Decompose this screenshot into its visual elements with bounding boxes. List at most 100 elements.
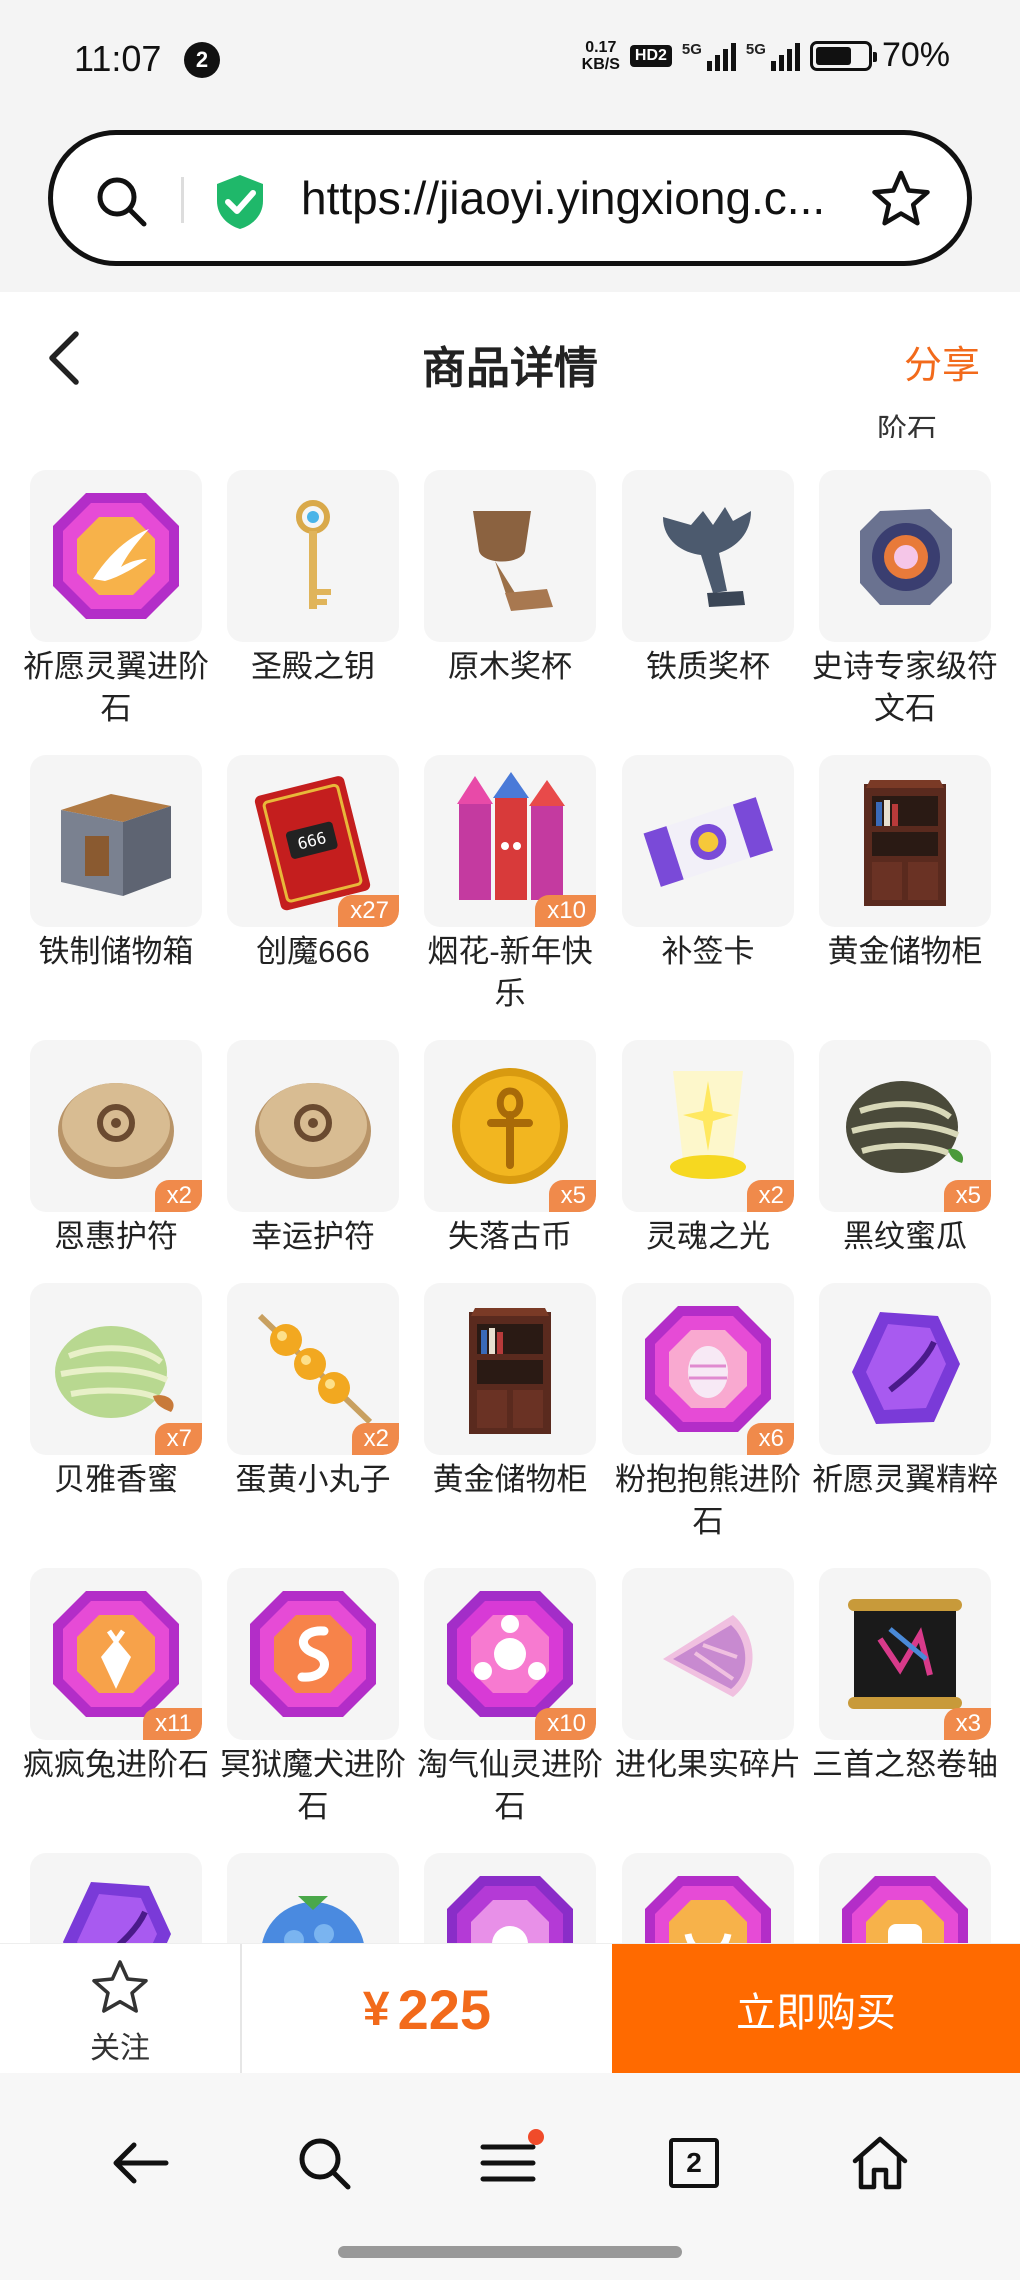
product-item[interactable]: x3 三首之怒卷轴: [812, 1568, 998, 1786]
product-item[interactable]: x11 疯疯兔进阶石: [23, 1568, 209, 1786]
item-thumbnail[interactable]: x10: [424, 1568, 596, 1740]
item-thumbnail[interactable]: x2: [227, 1283, 399, 1455]
item-thumbnail[interactable]: x5: [819, 1040, 991, 1212]
item-thumbnail[interactable]: [622, 470, 794, 642]
url-text[interactable]: https://jiaoyi.yingxiong.c...: [301, 171, 881, 225]
product-item[interactable]: 祈愿灵翼进阶石: [23, 470, 209, 730]
item-thumbnail[interactable]: x3: [819, 1568, 991, 1740]
product-item[interactable]: x5 黑纹蜜瓜: [817, 1040, 993, 1258]
gesture-home-bar[interactable]: [338, 2246, 682, 2258]
signal-icon: 5G: [746, 41, 800, 71]
product-item[interactable]: [422, 1853, 598, 1943]
item-thumbnail[interactable]: [227, 470, 399, 642]
product-item[interactable]: x10 淘气仙灵进阶石: [417, 1568, 603, 1828]
item-label: 疯疯兔进阶石: [23, 1747, 209, 1782]
nav-home-button[interactable]: [840, 2123, 920, 2203]
item-thumbnail[interactable]: [30, 470, 202, 642]
item-thumbnail[interactable]: x11: [30, 1568, 202, 1740]
item-thumbnail[interactable]: 666 x27: [227, 755, 399, 927]
product-item[interactable]: 666 x27 创魔666: [225, 755, 401, 973]
product-item[interactable]: 冥狱魔犬进阶石: [220, 1568, 406, 1828]
item-thumbnail[interactable]: [819, 470, 991, 642]
item-thumbnail[interactable]: [819, 1853, 991, 1943]
product-item[interactable]: x10 烟花-新年快乐: [422, 755, 598, 1015]
item-thumbnail[interactable]: [819, 1283, 991, 1455]
shield-check-icon[interactable]: [213, 173, 267, 231]
item-thumbnail[interactable]: x7: [30, 1283, 202, 1455]
item-thumbnail[interactable]: [227, 1040, 399, 1212]
ticket-icon: [633, 766, 783, 916]
url-bar[interactable]: https://jiaoyi.yingxiong.c...: [48, 130, 972, 266]
nav-search-button[interactable]: [284, 2123, 364, 2203]
back-arrow-icon[interactable]: [40, 328, 90, 388]
fairy-gem-icon: [435, 1579, 585, 1729]
nav-menu-button[interactable]: [468, 2123, 548, 2203]
item-thumbnail[interactable]: [622, 1853, 794, 1943]
product-item[interactable]: [28, 1853, 204, 1943]
star-bookmark-icon[interactable]: [871, 169, 931, 229]
product-item[interactable]: 史诗专家级符文石: [812, 470, 998, 730]
product-item[interactable]: x5 失落古币: [422, 1040, 598, 1258]
item-thumbnail[interactable]: [30, 1853, 202, 1943]
item-label: 幸运护符: [251, 1219, 375, 1254]
item-count-badge: x3: [943, 1708, 991, 1740]
product-item[interactable]: 原木奖杯: [422, 470, 598, 688]
item-thumbnail[interactable]: x10: [424, 755, 596, 927]
item-thumbnail[interactable]: [424, 470, 596, 642]
battery-icon: [809, 40, 877, 71]
item-thumbnail[interactable]: [227, 1568, 399, 1740]
nav-tabs-button[interactable]: 2: [654, 2123, 734, 2203]
product-item[interactable]: 铁质奖杯: [620, 470, 796, 688]
item-label: 贝雅香蜜: [54, 1462, 178, 1497]
nav-back-button[interactable]: [100, 2123, 180, 2203]
product-item[interactable]: x2 灵魂之光: [620, 1040, 796, 1258]
browser-url-area: https://jiaoyi.yingxiong.c...: [0, 120, 1020, 292]
item-thumbnail[interactable]: x2: [622, 1040, 794, 1212]
product-item[interactable]: x7 贝雅香蜜: [28, 1283, 204, 1501]
product-item[interactable]: 祈愿灵翼精粹: [812, 1283, 998, 1501]
product-item[interactable]: [620, 1853, 796, 1943]
product-item[interactable]: 进化果实碎片: [615, 1568, 801, 1786]
item-thumbnail[interactable]: x5: [424, 1040, 596, 1212]
item-thumbnail[interactable]: [622, 755, 794, 927]
battery-fill: [815, 46, 851, 65]
item-count-badge: x27: [338, 895, 399, 927]
melon-icon: [41, 1294, 191, 1444]
item-label: 三首之怒卷轴: [812, 1747, 998, 1782]
carrot-gem-icon: [41, 1579, 191, 1729]
product-item[interactable]: 黄金储物柜: [817, 755, 993, 973]
product-item[interactable]: x2 恩惠护符: [28, 1040, 204, 1258]
page-title: 商品详情: [422, 344, 598, 393]
share-button[interactable]: 分享: [904, 334, 980, 389]
item-thumbnail[interactable]: [30, 755, 202, 927]
item-label: 烟花-新年快乐: [427, 934, 593, 1011]
product-item[interactable]: [817, 1853, 993, 1943]
item-thumbnail[interactable]: x2: [30, 1040, 202, 1212]
item-thumbnail[interactable]: x6: [622, 1283, 794, 1455]
item-thumbnail[interactable]: [424, 1853, 596, 1943]
follow-button[interactable]: 关注: [0, 1944, 242, 2074]
product-item[interactable]: x2 蛋黄小丸子: [225, 1283, 401, 1501]
search-icon[interactable]: [93, 173, 149, 229]
item-thumbnail[interactable]: [622, 1568, 794, 1740]
buy-now-button[interactable]: 立即购买: [612, 1944, 1020, 2074]
bookshelf-icon: [830, 766, 980, 916]
coin-icon: [435, 1051, 585, 1201]
follow-label: 关注: [90, 2032, 150, 2065]
product-item[interactable]: 补签卡: [620, 755, 796, 973]
product-item[interactable]: 黄金储物柜: [422, 1283, 598, 1501]
product-item[interactable]: 铁制储物箱: [28, 755, 204, 973]
purple-crystal-icon: [41, 1864, 191, 1943]
page-header: 商品详情 分享: [0, 292, 1020, 422]
item-count-badge: x5: [943, 1180, 991, 1212]
product-item[interactable]: x6 粉抱抱熊进阶石: [615, 1283, 801, 1543]
item-thumbnail[interactable]: [424, 1283, 596, 1455]
tabs-count: 2: [669, 2138, 719, 2188]
item-thumbnail[interactable]: [227, 1853, 399, 1943]
product-item[interactable]: 圣殿之钥: [225, 470, 401, 688]
item-thumbnail[interactable]: [819, 755, 991, 927]
product-item[interactable]: [225, 1853, 401, 1943]
item-label: 灵魂之光: [646, 1219, 770, 1254]
item-label: 补签卡: [661, 934, 755, 969]
product-item[interactable]: 幸运护符: [225, 1040, 401, 1258]
